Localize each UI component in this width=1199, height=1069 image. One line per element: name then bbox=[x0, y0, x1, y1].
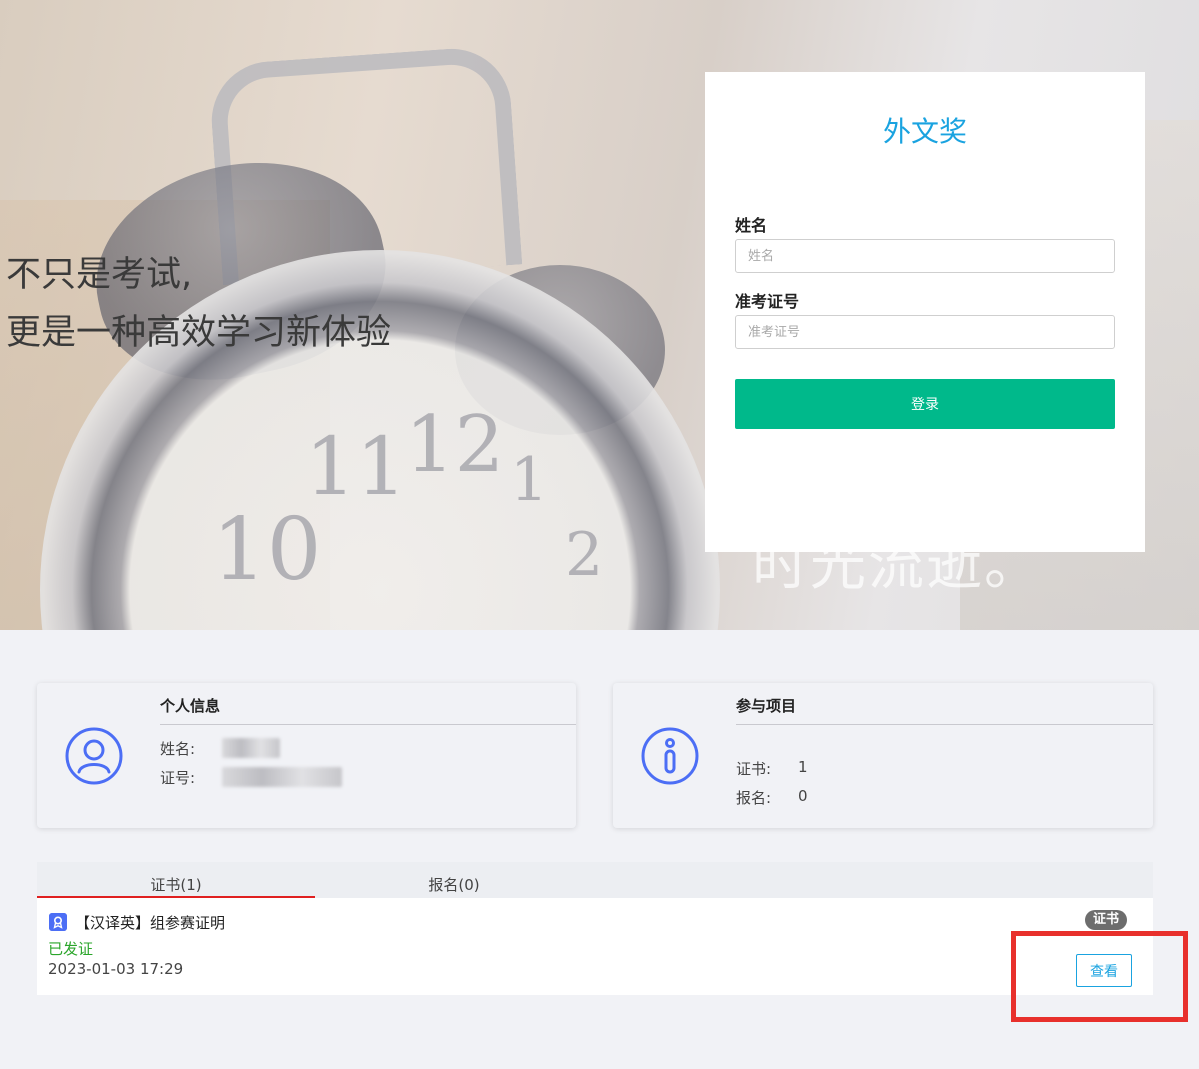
certificate-date: 2023-01-03 17:29 bbox=[48, 960, 184, 978]
info-row-id: 证号: bbox=[160, 767, 342, 788]
hero-slogan-line: 更是一种高效学习新体验 bbox=[6, 313, 392, 353]
id-value-redacted bbox=[222, 767, 342, 787]
tab-registrations[interactable]: 报名(0) bbox=[315, 862, 593, 898]
registration-count: 0 bbox=[798, 787, 808, 805]
certificate-icon bbox=[49, 913, 67, 931]
certificate-status: 已发证 bbox=[48, 940, 94, 958]
id-field-label: 证号: bbox=[160, 769, 196, 787]
certificate-count-label: 证书: bbox=[736, 760, 772, 778]
projects-card: 参与项目 证书: 1 报名: 0 bbox=[613, 683, 1153, 828]
highlight-box bbox=[1011, 931, 1188, 1022]
exam-id-input[interactable] bbox=[735, 315, 1115, 349]
registration-count-label: 报名: bbox=[736, 789, 772, 807]
name-field-label: 姓名: bbox=[160, 740, 196, 758]
record-tabs: 证书(1) 报名(0) bbox=[37, 862, 1153, 898]
info-icon bbox=[641, 727, 699, 785]
projects-title-text: 参与项目 bbox=[736, 697, 797, 715]
clock-number: 10 bbox=[212, 500, 322, 600]
name-value-redacted bbox=[222, 738, 280, 758]
name-label: 姓名 bbox=[735, 216, 768, 235]
certificate-badge: 证书 bbox=[1084, 910, 1127, 930]
certificate-list: 【汉译英】组参赛证明 已发证 2023-01-03 17:29 证书 查看 bbox=[37, 898, 1153, 995]
login-title: 外文奖 bbox=[882, 115, 967, 148]
tab-certificates[interactable]: 证书(1) bbox=[37, 862, 315, 898]
login-panel: 外文奖 姓名 准考证号 登录 bbox=[705, 72, 1145, 552]
personal-info-title: 个人信息 bbox=[160, 695, 576, 725]
exam-id-label: 准考证号 bbox=[735, 292, 800, 311]
user-icon bbox=[65, 727, 123, 785]
personal-info-card: 个人信息 姓名: 证号: bbox=[37, 683, 576, 828]
personal-info-title-text: 个人信息 bbox=[160, 697, 221, 715]
login-button[interactable]: 登录 bbox=[735, 379, 1115, 429]
clock-number: 12 bbox=[405, 400, 505, 490]
hero-slogan-line: 不只是考试, bbox=[6, 255, 193, 295]
info-row-name: 姓名: bbox=[160, 738, 280, 759]
certificate-title: 【汉译英】组参赛证明 bbox=[75, 914, 226, 932]
certificate-count: 1 bbox=[798, 758, 808, 776]
clock-number: 2 bbox=[565, 520, 604, 590]
name-input[interactable] bbox=[735, 239, 1115, 273]
clock-number: 1 bbox=[510, 445, 549, 515]
project-row-certificates: 证书: 1 bbox=[736, 758, 808, 779]
projects-title: 参与项目 bbox=[736, 695, 1153, 725]
project-row-registrations: 报名: 0 bbox=[736, 787, 808, 808]
hero-slogan: 不只是考试, 更是一种高效学习新体验 bbox=[6, 246, 391, 362]
